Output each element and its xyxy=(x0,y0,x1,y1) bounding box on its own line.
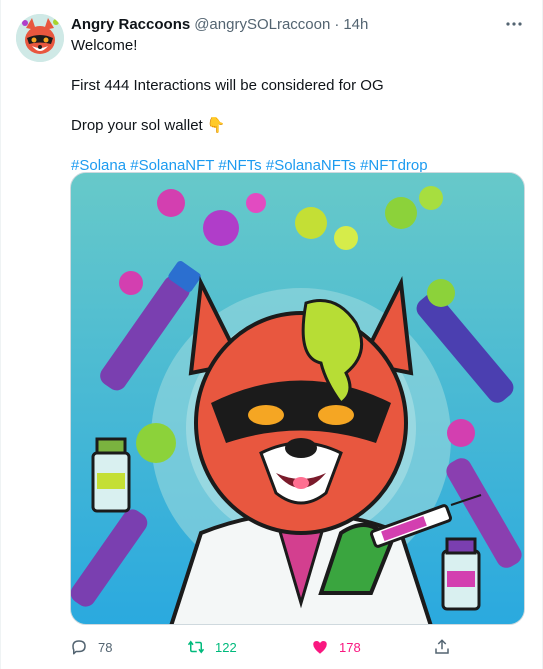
reply-count: 78 xyxy=(98,639,113,655)
retweet-icon xyxy=(187,640,205,654)
vial-right xyxy=(441,537,481,611)
like-button[interactable]: 178 xyxy=(311,636,361,658)
reply-icon xyxy=(72,640,86,655)
wallet-text: Drop your sol wallet xyxy=(71,117,203,134)
avatar[interactable] xyxy=(16,14,64,62)
share-icon xyxy=(435,639,449,654)
tweet-actions: 78 122 178 xyxy=(67,636,457,658)
more-options-button[interactable] xyxy=(504,14,524,34)
user-handle[interactable]: @angrySOLraccoon xyxy=(194,16,330,33)
raccoon-avatar-icon xyxy=(16,14,64,62)
like-count: 178 xyxy=(339,639,361,655)
retweet-count: 122 xyxy=(215,639,237,655)
raccoon-scientist-illustration xyxy=(71,173,524,624)
tweet-line-welcome: Welcome! xyxy=(71,37,138,54)
more-dots-icon xyxy=(506,22,522,26)
timestamp[interactable]: 14h xyxy=(343,16,368,33)
vial-left xyxy=(91,437,131,513)
tweet-header: Angry Raccoons @angrySOLraccoon · 14h xyxy=(71,14,522,34)
separator-dot: · xyxy=(334,15,340,33)
display-name[interactable]: Angry Raccoons xyxy=(71,16,190,33)
tweet-line-wallet: Drop your sol wallet 👇 xyxy=(71,116,521,136)
heart-icon xyxy=(313,641,327,654)
share-button[interactable] xyxy=(433,636,451,658)
tweet-card: Angry Raccoons @angrySOLraccoon · 14h We… xyxy=(0,0,543,669)
tweet-line-og: First 444 Interactions will be considere… xyxy=(71,77,384,94)
retweet-button[interactable]: 122 xyxy=(187,636,237,658)
pointing-down-emoji-icon: 👇 xyxy=(206,117,226,134)
tweet-media-image[interactable] xyxy=(70,172,525,625)
reply-button[interactable]: 78 xyxy=(70,636,112,658)
tweet-text: Welcome! First 444 Interactions will be … xyxy=(71,36,521,176)
